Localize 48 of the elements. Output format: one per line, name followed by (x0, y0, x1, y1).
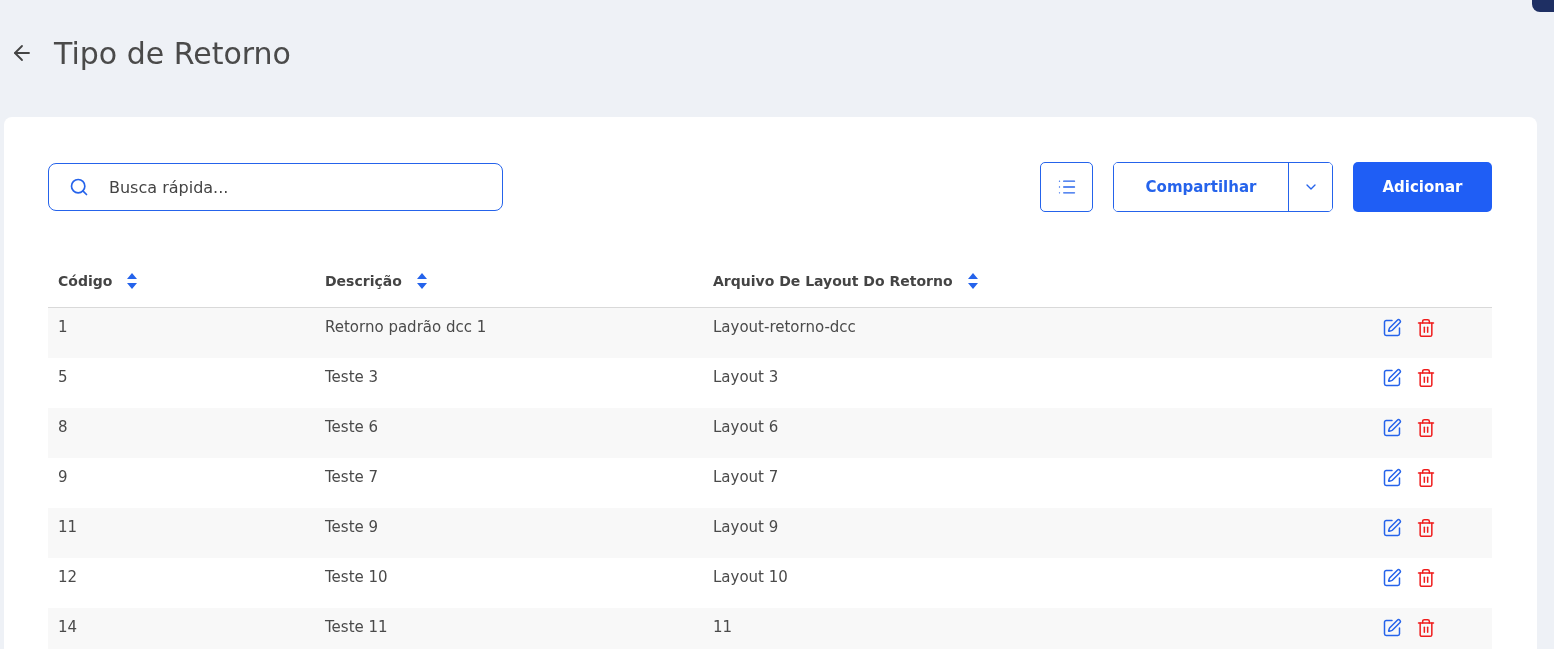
table-cell: 8 (58, 417, 68, 436)
edit-icon[interactable] (1382, 318, 1402, 338)
edit-icon[interactable] (1382, 367, 1402, 388)
table-cell: 12 (58, 567, 78, 586)
table-cell: Layout-retorno-dcc (713, 318, 856, 336)
table-cell: Layout 10 (713, 567, 788, 586)
table-cell: 9 (58, 467, 68, 486)
trash-icon[interactable] (1416, 318, 1436, 338)
column-header[interactable]: Arquivo De Layout Do Retorno (713, 273, 953, 289)
trash-icon[interactable] (1416, 367, 1436, 388)
page-title: Tipo de Retorno (54, 35, 291, 71)
corner-badge (1532, 0, 1554, 12)
table-cell: Teste 9 (325, 517, 379, 536)
table-cell: 11 (713, 617, 733, 636)
table-cell: 14 (58, 617, 78, 636)
table-cell: Teste 3 (325, 367, 379, 386)
sort-icon[interactable] (966, 272, 979, 290)
trash-icon[interactable] (1416, 417, 1436, 438)
search-field[interactable]: Busca rápida... (48, 163, 503, 211)
search-icon (69, 177, 89, 197)
trash-icon[interactable] (1416, 467, 1436, 488)
edit-icon[interactable] (1382, 567, 1402, 588)
edit-icon[interactable] (1382, 417, 1402, 438)
table-cell: 5 (58, 367, 68, 386)
table-cell: Teste 10 (325, 567, 388, 586)
edit-icon[interactable] (1382, 467, 1402, 488)
table-cell: Layout 3 (713, 367, 779, 386)
list-view-button[interactable] (1040, 162, 1093, 212)
trash-icon[interactable] (1416, 567, 1436, 588)
sort-icon[interactable] (415, 272, 428, 290)
table-cell: 11 (58, 517, 78, 536)
column-header[interactable]: Descrição (325, 273, 402, 289)
trash-icon[interactable] (1416, 517, 1436, 538)
table-cell: 1 (58, 318, 68, 336)
table-cell: Layout 6 (713, 417, 779, 436)
edit-icon[interactable] (1382, 517, 1402, 538)
column-header[interactable]: Código (58, 273, 113, 289)
table-cell: Teste 11 (325, 617, 388, 636)
share-button[interactable]: Compartilhar (1114, 163, 1289, 211)
add-button[interactable]: Adicionar (1353, 162, 1492, 212)
edit-icon[interactable] (1382, 617, 1402, 638)
table-cell: Teste 7 (325, 467, 379, 486)
sort-icon[interactable] (126, 272, 139, 290)
trash-icon[interactable] (1416, 617, 1436, 638)
table-cell: Retorno padrão dcc 1 (325, 318, 487, 336)
table-cell: Layout 9 (713, 517, 779, 536)
table-cell: Layout 7 (713, 467, 779, 486)
table-cell: Teste 6 (325, 417, 379, 436)
